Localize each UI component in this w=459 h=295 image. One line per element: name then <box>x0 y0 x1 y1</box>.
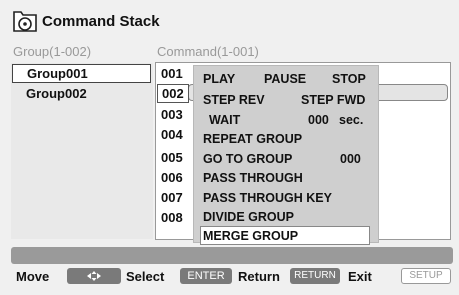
command-row-number[interactable]: 006 <box>157 168 189 187</box>
menu-item-wait[interactable]: WAIT <box>209 111 240 130</box>
footer-exit-label: Exit <box>348 269 372 284</box>
command-row-number[interactable]: 005 <box>157 148 189 167</box>
command-row-number[interactable]: 002 <box>157 84 189 103</box>
command-header: Command(1-001) <box>157 44 259 59</box>
menu-item-step-fwd[interactable]: STEP FWD <box>301 91 365 110</box>
command-row-number[interactable]: 003 <box>157 105 189 124</box>
menu-item-step-rev[interactable]: STEP REV <box>203 91 265 110</box>
command-row-number[interactable]: 001 <box>157 64 189 83</box>
wait-value[interactable]: 000 <box>308 111 329 130</box>
command-stack-icon <box>12 9 38 34</box>
menu-item-go-to-group[interactable]: GO TO GROUP <box>203 150 292 169</box>
command-row-number[interactable]: 008 <box>157 208 189 227</box>
menu-item-merge-group[interactable]: MERGE GROUP <box>203 227 298 246</box>
wait-unit: sec. <box>339 113 364 127</box>
menu-item-stop[interactable]: STOP <box>332 70 366 89</box>
go-to-group-value[interactable]: 000 <box>340 150 361 169</box>
footer-select-label: Select <box>126 269 165 284</box>
move-arrows-icon <box>67 268 121 284</box>
menu-item-repeat-group[interactable]: REPEAT GROUP <box>203 130 302 149</box>
menu-item-pass-through[interactable]: PASS THROUGH <box>203 169 303 188</box>
group-item-001[interactable]: Group001 <box>12 64 151 83</box>
menu-item-play[interactable]: PLAY <box>203 70 235 89</box>
menu-item-pause[interactable]: PAUSE <box>264 70 306 89</box>
group-header: Group(1-002) <box>13 44 92 59</box>
command-row-number[interactable]: 007 <box>157 188 189 207</box>
menu-item-pass-through-key[interactable]: PASS THROUGH KEY <box>203 189 332 208</box>
enter-key-button[interactable]: ENTER <box>180 268 232 284</box>
setup-key-button[interactable]: SETUP <box>401 268 451 284</box>
command-row-number[interactable]: 004 <box>157 125 189 144</box>
status-bar <box>11 247 453 264</box>
page-title: Command Stack <box>42 13 160 30</box>
return-key-button[interactable]: RETURN <box>290 268 340 284</box>
footer-return-label: Return <box>238 269 280 284</box>
group-item-002[interactable]: Group002 <box>12 84 151 103</box>
menu-item-divide-group[interactable]: DIVIDE GROUP <box>203 208 294 227</box>
footer-move-label: Move <box>16 269 50 284</box>
